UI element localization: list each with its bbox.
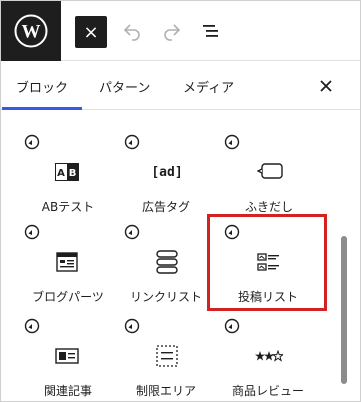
block-item-product-review[interactable]: 商品レビュー	[211, 318, 311, 401]
plugin-badge-icon	[24, 318, 40, 334]
related-posts-icon	[51, 340, 83, 372]
tab-label: ブロック	[16, 80, 69, 96]
block-item-link-list[interactable]: リンクリスト	[111, 224, 211, 314]
plugin-badge-icon	[224, 318, 240, 334]
tab-patterns[interactable]: パターン	[99, 62, 150, 110]
document-overview-icon[interactable]	[199, 19, 223, 43]
product-review-icon	[253, 340, 285, 372]
tab-label: メディア	[183, 80, 235, 96]
inserter-tabs: ブロック パターン メディア	[1, 62, 360, 110]
block-item-ad-tag[interactable]: [ad] 広告タグ	[111, 134, 211, 224]
block-label: ふきだし	[244, 200, 293, 214]
undo-icon[interactable]	[120, 19, 144, 43]
restricted-area-icon	[151, 340, 183, 372]
plugin-badge-icon	[24, 224, 40, 240]
block-item-restricted-area[interactable]: 制限エリア	[111, 318, 211, 401]
plugin-badge-icon	[124, 134, 140, 150]
blog-parts-icon	[51, 246, 83, 278]
wordpress-logo-icon[interactable]: W	[1, 1, 61, 61]
redo-icon[interactable]	[160, 19, 184, 43]
block-label: ブログパーツ	[32, 290, 104, 304]
plugin-badge-icon	[124, 318, 140, 334]
block-label: 広告タグ	[141, 200, 190, 214]
ab-test-icon: AB	[51, 156, 83, 188]
scrollbar-thumb[interactable]	[341, 236, 347, 384]
plugin-badge-icon	[24, 134, 40, 150]
block-item-ab-test[interactable]: AB ABテスト	[1, 134, 101, 224]
block-label: 関連記事	[43, 384, 92, 398]
ad-tag-icon-text: [ad]	[151, 164, 183, 180]
close-panel-button[interactable]	[314, 74, 338, 98]
link-list-icon	[151, 246, 183, 278]
block-label: リンクリスト	[129, 290, 202, 304]
block-label: 商品レビュー	[231, 384, 304, 398]
close-inserter-button[interactable]: ×	[75, 16, 107, 48]
block-item-related-posts[interactable]: 関連記事	[1, 318, 101, 401]
block-label: ABテスト	[41, 200, 95, 214]
close-icon	[320, 80, 332, 92]
svg-text:W: W	[22, 22, 41, 43]
plugin-badge-icon	[124, 224, 140, 240]
speech-bubble-icon	[254, 156, 286, 188]
editor-toolbar: W ×	[1, 1, 360, 61]
highlight-box	[207, 214, 327, 311]
active-tab-indicator	[2, 107, 82, 110]
block-item-blog-parts[interactable]: ブログパーツ	[1, 224, 104, 314]
svg-text:B: B	[69, 168, 77, 179]
ad-tag-icon: [ad]	[151, 156, 183, 188]
svg-text:A: A	[57, 168, 65, 179]
plugin-badge-icon	[224, 134, 240, 150]
tab-label: パターン	[99, 80, 151, 96]
block-item-speech-bubble[interactable]: ふきだし	[211, 134, 311, 224]
block-label: 制限エリア	[135, 384, 196, 398]
tab-blocks[interactable]: ブロック	[16, 62, 68, 110]
tab-media[interactable]: メディア	[183, 62, 234, 110]
